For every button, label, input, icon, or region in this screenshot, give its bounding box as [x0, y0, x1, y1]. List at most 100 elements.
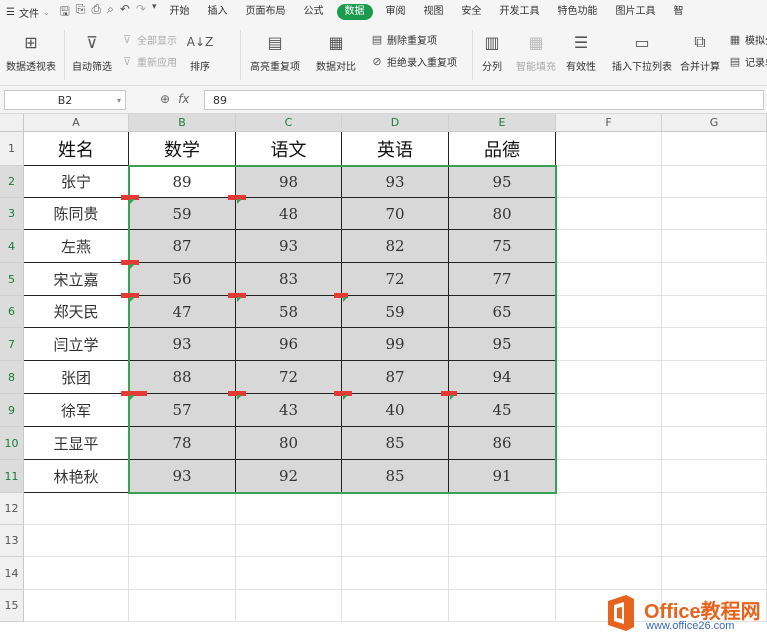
cell-g4[interactable] [662, 230, 767, 263]
cell-e14[interactable] [449, 557, 556, 590]
save-icon[interactable]: 🖫 [60, 2, 70, 23]
print-icon[interactable]: ⎙ [92, 2, 102, 23]
cell-g13[interactable] [662, 525, 767, 557]
show-all-button[interactable]: ⊽ 全部显示 [120, 32, 177, 47]
tab-smart[interactable]: 智 [665, 0, 684, 24]
cell-f5[interactable] [556, 263, 662, 296]
tab-developer[interactable]: 开发工具 [491, 0, 549, 24]
cell-a5[interactable]: 宋立嘉 [24, 263, 129, 296]
column-header-a[interactable]: A [24, 114, 129, 132]
tab-view[interactable]: 视图 [415, 0, 453, 24]
tab-review[interactable]: 审阅 [377, 0, 415, 24]
cell-f6[interactable] [556, 296, 662, 328]
column-header-c[interactable]: C [236, 114, 342, 132]
cell-d4[interactable]: 82 [342, 230, 449, 263]
cell-e10[interactable]: 86 [449, 427, 556, 460]
cell-a4[interactable]: 左燕 [24, 230, 129, 263]
remove-duplicates-button[interactable]: ▤ 删除重复项 [370, 32, 437, 47]
cell-a8[interactable]: 张团 [24, 361, 129, 394]
cell-g5[interactable] [662, 263, 767, 296]
cell-c9[interactable]: 43 [236, 394, 342, 427]
cell-e2[interactable]: 95 [449, 166, 556, 198]
cell-b15[interactable] [129, 590, 236, 622]
reapply-button[interactable]: ⊽ 重新应用 [120, 54, 177, 69]
tab-insert[interactable]: 插入 [199, 0, 237, 24]
cell-b7[interactable]: 93 [129, 328, 236, 361]
highlight-duplicates-button[interactable]: ▤ 高亮重复项 [250, 30, 300, 74]
column-header-g[interactable]: G [662, 114, 767, 132]
cell-a2[interactable]: 张宁 [24, 166, 129, 198]
cell-e4[interactable]: 75 [449, 230, 556, 263]
cell-b8[interactable]: 88 [129, 361, 236, 394]
cell-g8[interactable] [662, 361, 767, 394]
cell-e7[interactable]: 95 [449, 328, 556, 361]
cell-c12[interactable] [236, 493, 342, 525]
cell-b13[interactable] [129, 525, 236, 557]
tab-data[interactable]: 数据 [336, 4, 373, 20]
select-all-corner[interactable] [0, 114, 24, 132]
cell-c10[interactable]: 80 [236, 427, 342, 460]
cell-g6[interactable] [662, 296, 767, 328]
cell-e8[interactable]: 94 [449, 361, 556, 394]
cell-c15[interactable] [236, 590, 342, 622]
cell-c14[interactable] [236, 557, 342, 590]
cell-f14[interactable] [556, 557, 662, 590]
cell-e5[interactable]: 77 [449, 263, 556, 296]
cell-b11[interactable]: 93 [129, 460, 236, 493]
zoom-icon[interactable]: ⊕ [160, 92, 170, 106]
cell-g10[interactable] [662, 427, 767, 460]
column-header-b[interactable]: B [129, 114, 236, 132]
cell-a12[interactable] [24, 493, 129, 525]
tab-features[interactable]: 特色功能 [549, 0, 607, 24]
row-header-14[interactable]: 14 [0, 557, 24, 590]
cell-a13[interactable] [24, 525, 129, 557]
cell-c11[interactable]: 92 [236, 460, 342, 493]
cell-a7[interactable]: 闫立学 [24, 328, 129, 361]
cell-b5[interactable]: 56 [129, 263, 236, 296]
cell-f11[interactable] [556, 460, 662, 493]
tab-security[interactable]: 安全 [453, 0, 491, 24]
cell-g7[interactable] [662, 328, 767, 361]
cell-e15[interactable] [449, 590, 556, 622]
undo-icon[interactable]: ↶ [120, 2, 130, 23]
row-header-6[interactable]: 6 [0, 296, 24, 328]
column-header-d[interactable]: D [342, 114, 449, 132]
spreadsheet-grid[interactable]: A B C D E F G 1 2 3 4 5 6 7 8 9 10 11 12 13 14 15 姓名 数学 语文 英语 品德 张宁… [0, 114, 767, 642]
reject-duplicates-button[interactable]: ⊘ 拒绝录入重复项 [370, 54, 457, 69]
cell-c8[interactable]: 72 [236, 361, 342, 394]
cell-d11[interactable]: 85 [342, 460, 449, 493]
cell-g14[interactable] [662, 557, 767, 590]
cell-f12[interactable] [556, 493, 662, 525]
row-header-4[interactable]: 4 [0, 230, 24, 263]
cell-c1[interactable]: 语文 [236, 132, 342, 166]
row-header-10[interactable]: 10 [0, 427, 24, 460]
cell-f4[interactable] [556, 230, 662, 263]
column-header-f[interactable]: F [556, 114, 662, 132]
row-header-13[interactable]: 13 [0, 525, 24, 557]
cell-b9[interactable]: 57 [129, 394, 236, 427]
fx-icon[interactable]: fx [178, 92, 189, 106]
tab-home[interactable]: 开始 [161, 0, 199, 24]
cell-d8[interactable]: 87 [342, 361, 449, 394]
cell-f9[interactable] [556, 394, 662, 427]
cell-g9[interactable] [662, 394, 767, 427]
cell-c5[interactable]: 83 [236, 263, 342, 296]
cell-f1[interactable] [556, 132, 662, 166]
cell-d7[interactable]: 99 [342, 328, 449, 361]
autofilter-button[interactable]: ⊽ 自动筛选 [72, 30, 112, 74]
cell-d1[interactable]: 英语 [342, 132, 449, 166]
cell-d14[interactable] [342, 557, 449, 590]
cell-a9[interactable]: 徐军 [24, 394, 129, 427]
cell-d9[interactable]: 40 [342, 394, 449, 427]
cell-a14[interactable] [24, 557, 129, 590]
cell-f10[interactable] [556, 427, 662, 460]
cell-b14[interactable] [129, 557, 236, 590]
cell-f13[interactable] [556, 525, 662, 557]
row-header-15[interactable]: 15 [0, 590, 24, 622]
data-compare-button[interactable]: ▦ 数据对比 [316, 30, 356, 74]
cell-f8[interactable] [556, 361, 662, 394]
cell-a15[interactable] [24, 590, 129, 622]
cell-e9[interactable]: 45 [449, 394, 556, 427]
column-header-e[interactable]: E [449, 114, 556, 132]
cell-a1[interactable]: 姓名 [24, 132, 129, 166]
